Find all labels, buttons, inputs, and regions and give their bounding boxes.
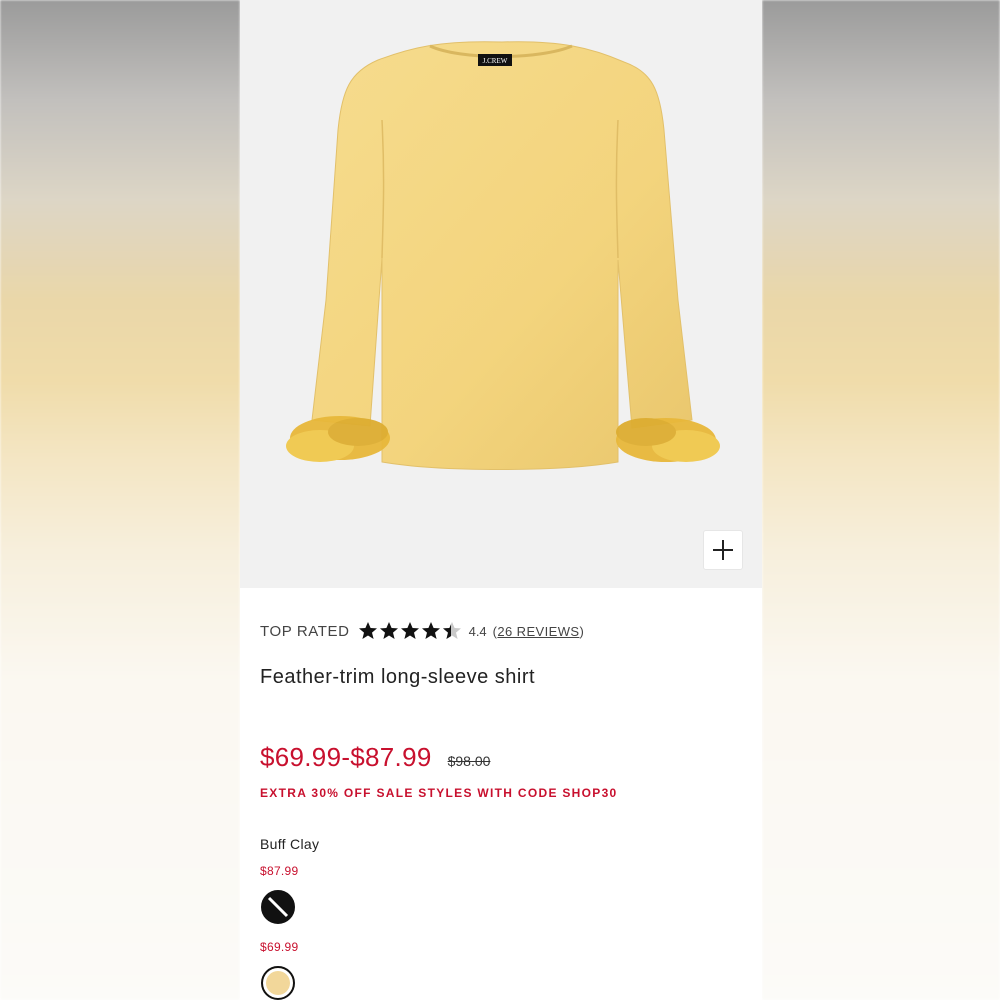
star-icon — [421, 622, 440, 639]
star-icon — [358, 622, 377, 639]
star-rating — [358, 621, 463, 641]
price-row: $69.99-$87.99 $98.00 — [260, 742, 490, 773]
star-icon — [400, 622, 419, 639]
partial-star-icon — [442, 622, 461, 639]
reviews-link[interactable]: (26 REVIEWS) — [493, 624, 585, 639]
product-image[interactable]: J.CREW — [240, 0, 762, 588]
star-icon — [379, 622, 398, 639]
color-name: Buff Clay — [260, 836, 320, 852]
shirt-image: J.CREW — [286, 41, 720, 470]
blurred-background-left — [0, 0, 240, 1000]
product-page: J.CREW TOP RATED 4.4 (26 REVIEWS) Feathe… — [240, 0, 762, 1000]
rating-row: TOP RATED 4.4 (26 REVIEWS) — [260, 620, 584, 642]
reviews-close-paren: ) — [579, 623, 585, 639]
blurred-background-right — [762, 0, 1000, 1000]
feather-cuff-right — [616, 418, 720, 462]
original-price: $98.00 — [447, 753, 491, 769]
unavailable-slash-icon — [267, 896, 289, 918]
feather-cuff-left — [286, 416, 390, 462]
zoom-button[interactable] — [703, 530, 743, 570]
promo-message: EXTRA 30% OFF SALE STYLES WITH CODE SHOP… — [260, 786, 618, 800]
swatch-price: $69.99 — [260, 940, 299, 954]
rating-value: 4.4 — [468, 623, 487, 639]
color-swatch-selected[interactable] — [261, 966, 295, 1000]
brand-tag: J.CREW — [483, 57, 508, 65]
top-rated-label: TOP RATED — [260, 622, 350, 640]
plus-icon — [713, 540, 733, 560]
product-title: Feather-trim long-sleeve shirt — [260, 666, 536, 688]
reviews-count[interactable]: 26 REVIEWS — [497, 624, 579, 639]
swatch-price: $87.99 — [260, 864, 299, 878]
sale-price: $69.99-$87.99 — [260, 742, 432, 772]
color-swatch-unavailable[interactable] — [261, 890, 295, 924]
